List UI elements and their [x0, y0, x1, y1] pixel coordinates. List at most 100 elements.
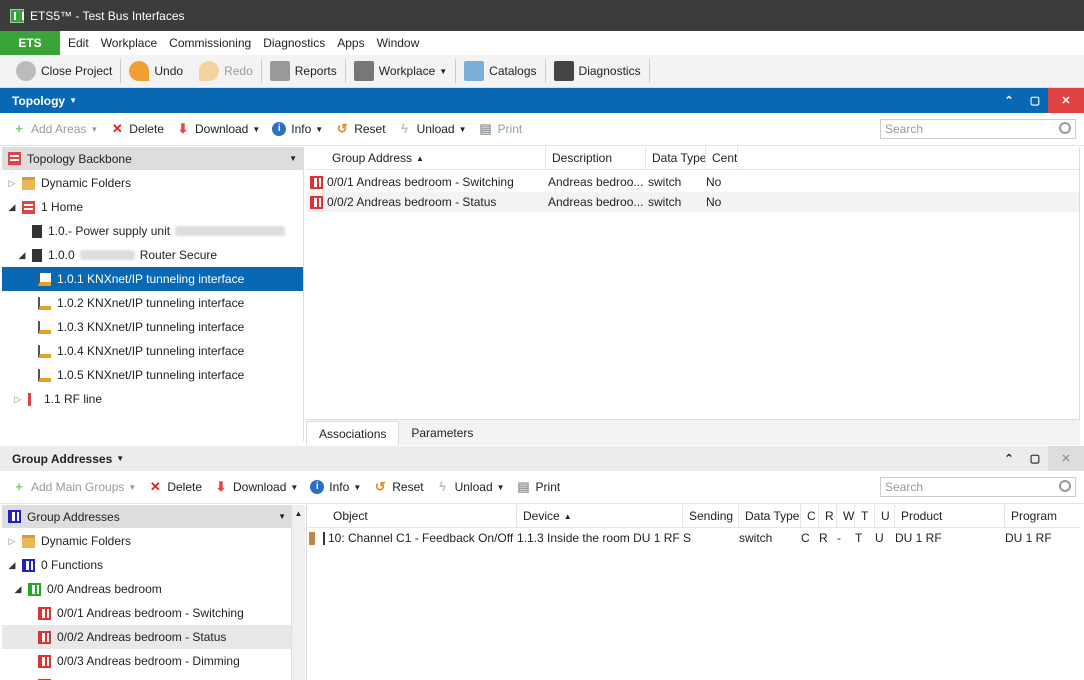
menu-apps[interactable]: Apps	[331, 36, 370, 50]
column-w[interactable]: W	[837, 505, 855, 527]
menu-commissioning[interactable]: Commissioning	[163, 36, 257, 50]
add-main-groups-button[interactable]: + Add Main Groups ▼	[6, 475, 142, 499]
tree-item-andreas-bedroom[interactable]: ◢ 0/0 Andreas bedroom	[2, 577, 292, 601]
reset-button[interactable]: ↺ Reset	[329, 117, 391, 141]
tree-item-dynamic-folders[interactable]: ▷ Dynamic Folders	[2, 529, 292, 553]
tree-item-dynamic-folders[interactable]: ▷ Dynamic Folders	[2, 171, 303, 195]
reset-button[interactable]: ↺ Reset	[367, 475, 429, 499]
tab-associations[interactable]: Associations	[306, 421, 400, 445]
collapse-icon[interactable]: ◢	[12, 584, 24, 595]
print-button[interactable]: ▤ Print	[473, 117, 529, 141]
ets-menu-button[interactable]: ETS	[0, 31, 60, 55]
info-button[interactable]: i Info ▼	[266, 117, 329, 141]
column-device[interactable]: Device ▲	[517, 505, 683, 527]
group-addresses-title[interactable]: Group Addresses	[12, 452, 112, 466]
chevron-down-icon[interactable]: ▼	[315, 125, 323, 134]
reports-button[interactable]: Reports	[262, 57, 345, 85]
column-object[interactable]: Object	[307, 505, 517, 527]
column-description[interactable]: Description	[546, 147, 646, 169]
column-program[interactable]: Program	[1005, 505, 1071, 527]
diagnostics-button[interactable]: Diagnostics	[546, 57, 649, 85]
chevron-down-icon[interactable]: ▼	[289, 154, 297, 163]
chevron-down-icon[interactable]: ▼	[128, 483, 136, 492]
chevron-down-icon[interactable]: ▼	[353, 483, 361, 492]
menu-edit[interactable]: Edit	[62, 36, 95, 50]
tree-item-ga-switching[interactable]: 0/0/1 Andreas bedroom - Switching	[2, 601, 292, 625]
column-c[interactable]: C	[801, 505, 819, 527]
tree-item-ga-status[interactable]: 0/0/2 Andreas bedroom - Status	[2, 625, 292, 649]
collapse-icon[interactable]: ◢	[6, 202, 18, 213]
maximize-icon[interactable]: ▢	[1022, 446, 1048, 471]
maximize-icon[interactable]: ▢	[1022, 88, 1048, 113]
column-r[interactable]: R	[819, 505, 837, 527]
unload-button[interactable]: ϟ Unload ▼	[430, 475, 511, 499]
chevron-down-icon[interactable]: ▼	[459, 125, 467, 134]
tree-item-home[interactable]: ◢ 1 Home	[2, 195, 303, 219]
tree-item-power-supply[interactable]: 1.0.- Power supply unit	[2, 219, 303, 243]
tree-item-router[interactable]: ◢ 1.0.0 Router Secure	[2, 243, 303, 267]
chevron-down-icon[interactable]: ▼	[69, 96, 77, 105]
collapse-icon[interactable]: ⌃	[996, 446, 1022, 471]
close-icon[interactable]: ✕	[1048, 446, 1084, 471]
chevron-down-icon[interactable]: ▼	[116, 454, 124, 463]
add-areas-label: Add Areas	[31, 122, 87, 136]
collapse-icon[interactable]: ◢	[16, 250, 28, 261]
catalogs-button[interactable]: Catalogs	[456, 57, 544, 85]
table-row[interactable]: 0/0/1 Andreas bedroom - Switching Andrea…	[306, 172, 1079, 192]
topology-tree-header[interactable]: Topology Backbone ▼	[2, 147, 303, 170]
tree-scrollbar[interactable]: ▲	[291, 505, 305, 680]
tree-item-tunneling-2[interactable]: 1.0.2 KNXnet/IP tunneling interface	[2, 291, 303, 315]
expand-icon[interactable]: ▷	[6, 178, 18, 189]
column-product[interactable]: Product	[895, 505, 1005, 527]
tree-item-functions[interactable]: ◢ 0 Functions	[2, 553, 292, 577]
undo-button[interactable]: Undo	[121, 57, 191, 85]
workplace-button[interactable]: Workplace ▼	[346, 57, 455, 85]
menu-diagnostics[interactable]: Diagnostics	[257, 36, 331, 50]
redo-button[interactable]: Redo	[191, 57, 261, 85]
download-button[interactable]: ⬇ Download ▼	[170, 117, 266, 141]
column-sending[interactable]: Sending	[683, 505, 739, 527]
add-areas-button[interactable]: + Add Areas ▼	[6, 117, 104, 141]
collapse-icon[interactable]: ◢	[6, 560, 18, 571]
delete-button[interactable]: ✕ Delete	[104, 117, 170, 141]
column-t[interactable]: T	[855, 505, 875, 527]
chevron-down-icon[interactable]: ▼	[290, 483, 298, 492]
tree-item-tunneling-4[interactable]: 1.0.4 KNXnet/IP tunneling interface	[2, 339, 303, 363]
scroll-up-icon[interactable]: ▲	[292, 509, 305, 518]
column-central[interactable]: Cent	[706, 147, 738, 169]
menu-window[interactable]: Window	[371, 36, 426, 50]
tree-item-tunneling-5[interactable]: 1.0.5 KNXnet/IP tunneling interface	[2, 363, 303, 387]
info-button[interactable]: i Info ▼	[304, 475, 367, 499]
topology-title[interactable]: Topology	[12, 94, 65, 108]
group-addresses-tree-header[interactable]: Group Addresses ▼	[2, 505, 292, 528]
column-data-type[interactable]: Data Type	[739, 505, 801, 527]
chevron-down-icon[interactable]: ▼	[252, 125, 260, 134]
download-button[interactable]: ⬇ Download ▼	[208, 475, 304, 499]
column-group-address[interactable]: Group Address ▲	[306, 147, 546, 169]
column-u[interactable]: U	[875, 505, 895, 527]
tree-item-rf-line[interactable]: ▷ 1.1 RF line	[2, 387, 303, 411]
chevron-down-icon[interactable]: ▼	[90, 125, 98, 134]
chevron-down-icon[interactable]: ▼	[497, 483, 505, 492]
expand-icon[interactable]: ▷	[12, 394, 24, 405]
router-icon	[32, 248, 42, 262]
expand-icon[interactable]: ▷	[6, 536, 18, 547]
topology-search-input[interactable]: Search	[880, 119, 1076, 139]
group-addresses-search-input[interactable]: Search	[880, 477, 1076, 497]
menu-workplace[interactable]: Workplace	[95, 36, 163, 50]
table-row[interactable]: 10: Channel C1 - Feedback On/Off 1.1.3 I…	[307, 528, 1080, 548]
undo-icon	[129, 61, 150, 81]
print-button[interactable]: ▤ Print	[511, 475, 567, 499]
close-project-button[interactable]: Close Project	[8, 57, 120, 85]
unload-button[interactable]: ϟ Unload ▼	[392, 117, 473, 141]
tab-parameters[interactable]: Parameters	[399, 421, 485, 445]
tree-item-tunneling-3[interactable]: 1.0.3 KNXnet/IP tunneling interface	[2, 315, 303, 339]
close-icon[interactable]: ✕	[1048, 88, 1084, 113]
table-row[interactable]: 0/0/2 Andreas bedroom - Status Andreas b…	[306, 192, 1079, 212]
chevron-down-icon[interactable]: ▼	[278, 512, 286, 521]
delete-button[interactable]: ✕ Delete	[142, 475, 208, 499]
collapse-icon[interactable]: ⌃	[996, 88, 1022, 113]
tree-item-tunneling-1[interactable]: 1.0.1 KNXnet/IP tunneling interface	[2, 267, 303, 291]
column-data-type[interactable]: Data Type	[646, 147, 706, 169]
tree-item-ga-dimming[interactable]: 0/0/3 Andreas bedroom - Dimming	[2, 649, 292, 673]
